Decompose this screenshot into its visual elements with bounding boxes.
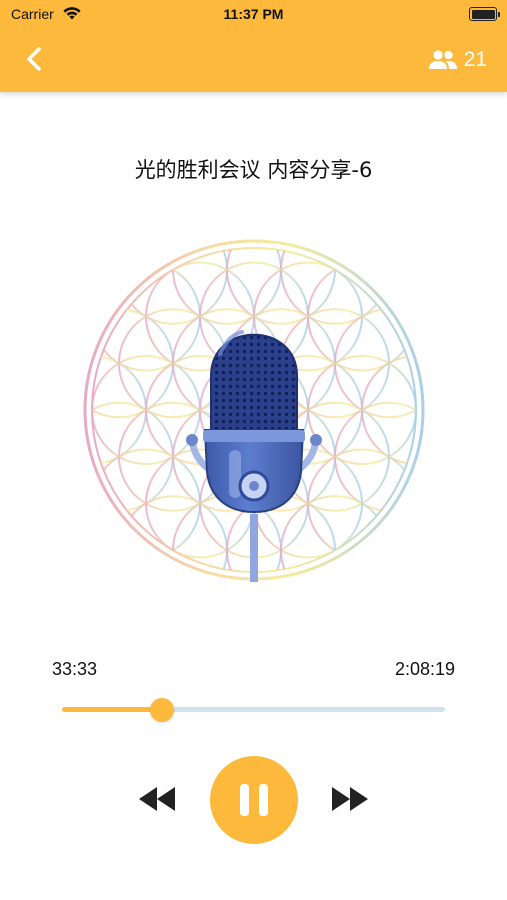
- rewind-button[interactable]: [138, 785, 176, 813]
- pause-button[interactable]: [210, 756, 298, 844]
- back-button[interactable]: [18, 42, 52, 76]
- chevron-left-icon: [27, 47, 41, 71]
- total-time: 2:08:19: [394, 659, 455, 679]
- people-icon: [428, 50, 457, 69]
- fast-forward-button[interactable]: [331, 785, 369, 813]
- progress-slider[interactable]: [62, 698, 445, 722]
- battery-icon: [469, 7, 500, 21]
- elapsed-time: 33:33: [52, 659, 98, 679]
- nav-header: Carrier 11:37 PM 21: [0, 0, 507, 92]
- rewind-icon: [139, 787, 175, 811]
- track-title: 光的胜利会议 内容分享-6: [134, 158, 373, 182]
- status-time: 11:37 PM: [223, 6, 284, 22]
- listeners-button[interactable]: 21: [428, 46, 487, 74]
- progress-thumb[interactable]: [149, 698, 174, 722]
- track-artwork: [80, 236, 428, 584]
- listener-count: 21: [463, 48, 487, 71]
- pause-icon: [240, 784, 268, 816]
- status-bar: Carrier 11:37 PM: [0, 0, 507, 30]
- progress-fill: [62, 707, 162, 712]
- fast-forward-icon: [332, 787, 368, 811]
